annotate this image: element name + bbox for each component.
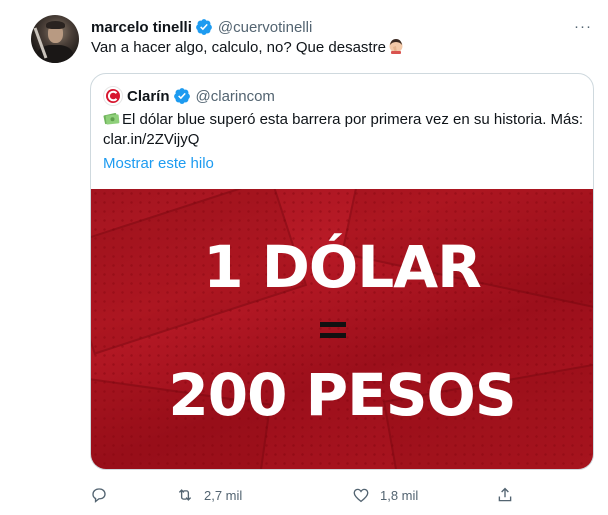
like-count: 1,8 mil (380, 487, 419, 503)
quoted-author-name[interactable]: Clarín (127, 88, 170, 105)
share-button[interactable] (496, 484, 514, 506)
clarin-logo-icon (106, 89, 120, 103)
avatar-hair (46, 21, 65, 29)
more-dots-icon[interactable]: ··· (568, 15, 598, 37)
media-equals-sign (320, 322, 346, 339)
quoted-tweet-header: Clarín @clarincom (103, 86, 275, 106)
show-thread-link[interactable]: Mostrar este hilo (103, 154, 214, 174)
verified-badge-icon (195, 19, 212, 35)
heart-icon (353, 488, 369, 503)
share-icon (498, 487, 512, 502)
quoted-tweet-text: El dólar blue superó esta barrera por pr… (103, 111, 584, 148)
tweet: marcelo tinelli @cuervotinelli ··· Van a… (0, 0, 608, 515)
retweet-button[interactable]: 2,7 mil (176, 484, 242, 506)
author-handle[interactable]: @cuervotinelli (218, 19, 312, 36)
tweet-text-row: Van a hacer algo, calculo, no? Que desas… (91, 38, 404, 58)
reply-button[interactable] (90, 484, 108, 506)
retweet-icon (178, 489, 192, 501)
reply-icon (92, 488, 106, 503)
media-headline-line3: 200 PESOS (168, 361, 516, 429)
tweet-text: Van a hacer algo, calculo, no? Que desas… (91, 39, 386, 56)
quoted-media-image[interactable]: 1 DÓLAR 200 PESOS (91, 189, 593, 469)
quoted-tweet-text-row: El dólar blue superó esta barrera por pr… (103, 110, 587, 150)
retweet-count: 2,7 mil (204, 487, 243, 503)
media-headline-line1: 1 DÓLAR (203, 233, 482, 301)
author-avatar[interactable] (31, 15, 79, 63)
quoted-author-handle[interactable]: @clarincom (196, 88, 275, 105)
money-with-wings-emoji-icon (103, 113, 120, 125)
quoted-author-avatar[interactable] (103, 86, 123, 106)
like-button[interactable]: 1,8 mil (352, 484, 418, 506)
author-name[interactable]: marcelo tinelli (91, 19, 192, 36)
quoted-verified-badge-icon (173, 88, 190, 104)
facepalm-emoji-icon (389, 39, 403, 54)
tweet-header: marcelo tinelli @cuervotinelli (91, 17, 312, 37)
tweet-action-bar: 2,7 mil 1,8 mil (90, 484, 520, 506)
quoted-tweet-card[interactable]: Clarín @clarincom El dólar blue superó e… (90, 73, 594, 470)
